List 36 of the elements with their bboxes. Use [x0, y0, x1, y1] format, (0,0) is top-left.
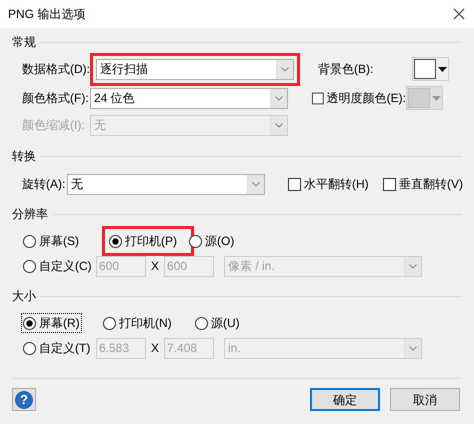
radio-button[interactable]: 屏幕(R): [22, 314, 81, 332]
dropdown[interactable]: 无: [67, 174, 265, 194]
chevron-down-icon: [275, 96, 283, 100]
section-heading: 分辨率: [12, 206, 48, 222]
field-label: 数据格式(D):: [22, 61, 90, 78]
caret-icon: [438, 66, 446, 72]
radio-button[interactable]: 源(O): [188, 232, 236, 250]
help-button[interactable]: ?: [12, 388, 36, 411]
radio-button[interactable]: 屏幕(S): [22, 232, 80, 250]
radio-button[interactable]: 打印机(P): [108, 232, 178, 250]
radio-button[interactable]: 源(U): [194, 314, 241, 332]
times-sign: X: [150, 340, 160, 357]
checkbox[interactable]: 垂直翻转(V): [383, 175, 463, 193]
checkbox[interactable]: 水平翻转(H): [288, 175, 383, 193]
field-label: 颜色缩减(I):: [22, 117, 86, 134]
chevron-down-icon: [409, 264, 418, 268]
chevron-down-icon: [409, 346, 418, 350]
section-heading: 常规: [12, 34, 36, 50]
times-sign: X: [150, 258, 160, 275]
caret-icon: [432, 96, 440, 100]
field-label: 旋转(A):: [22, 176, 66, 193]
dialog-button[interactable]: 确定: [310, 388, 380, 411]
dialog-button[interactable]: 取消: [390, 388, 460, 411]
chevron-down-icon: [252, 182, 260, 186]
section-heading: 大小: [12, 288, 36, 304]
radio-button[interactable]: 打印机(N): [102, 314, 173, 332]
section-heading: 转换: [12, 148, 36, 164]
dropdown[interactable]: 逐行扫描: [96, 58, 294, 80]
dropdown[interactable]: 24 位色: [90, 88, 288, 108]
chevron-down-icon: [281, 66, 289, 72]
field-label: 颜色格式(F):: [22, 90, 90, 107]
chevron-down-icon: [275, 122, 283, 128]
color-picker-button[interactable]: [412, 57, 449, 81]
close-icon[interactable]: [453, 8, 465, 20]
field-label: 背景色(B):: [318, 61, 374, 78]
window-title: PNG 输出选项: [8, 6, 86, 23]
